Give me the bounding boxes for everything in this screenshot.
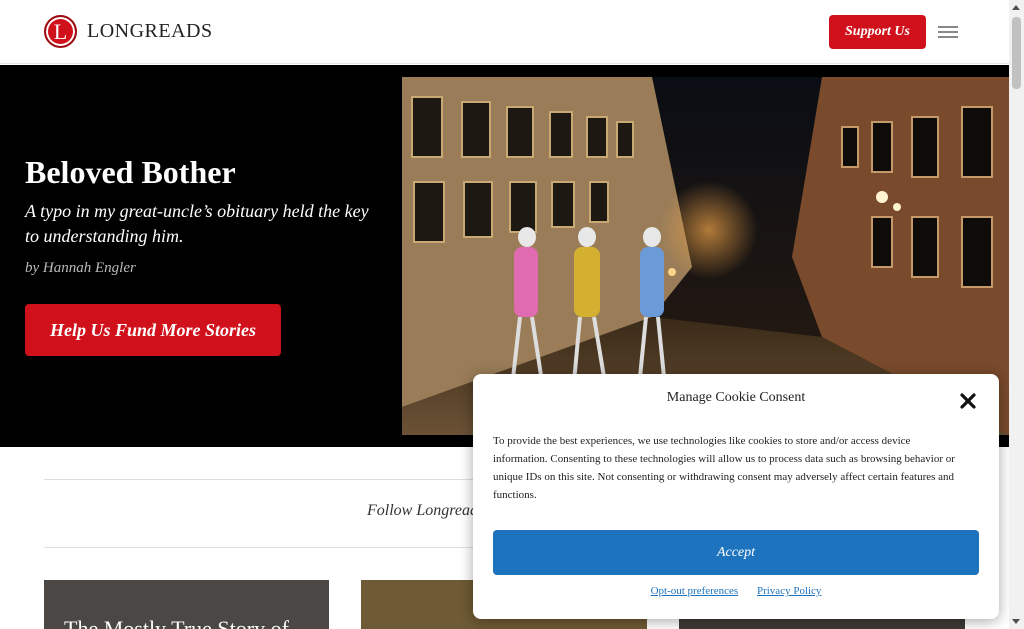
site-header: L LONGREADS Support Us [0,0,1009,64]
logo-text: LONGREADS [87,20,213,42]
scroll-thumb[interactable] [1012,17,1021,89]
cookie-dialog-title: Manage Cookie Consent [666,390,806,405]
logo-mark-icon: L [44,15,77,48]
opt-out-preferences-link[interactable]: Opt-out preferences [651,585,739,597]
close-icon[interactable] [959,392,977,410]
privacy-policy-link[interactable]: Privacy Policy [757,585,821,597]
hero-byline: by Hannah Engler [25,260,136,276]
site-logo[interactable]: L LONGREADS [44,15,213,48]
hero-dek: A typo in my great-uncle’s obituary held… [25,201,369,246]
page-scrollbar[interactable] [1009,0,1024,629]
scroll-down-arrow-icon[interactable] [1012,619,1020,624]
hero-title[interactable]: Beloved Bother [25,154,236,191]
cookie-consent-dialog: Manage Cookie Consent To provide the bes… [473,374,999,619]
cookie-dialog-body: To provide the best experiences, we use … [493,435,955,501]
accept-button[interactable]: Accept [493,530,979,575]
follow-longreads: Follow Longreads [367,502,485,519]
fund-stories-button[interactable]: Help Us Fund More Stories [25,304,281,356]
story-card-title[interactable]: The Mostly True Story of [64,616,289,629]
hamburger-menu-icon[interactable] [938,26,958,38]
story-card[interactable]: The Mostly True Story of [44,580,329,629]
cookie-links: Opt-out preferences Privacy Policy [473,585,999,597]
scroll-up-arrow-icon[interactable] [1012,5,1020,10]
support-us-button[interactable]: Support Us [829,15,926,49]
